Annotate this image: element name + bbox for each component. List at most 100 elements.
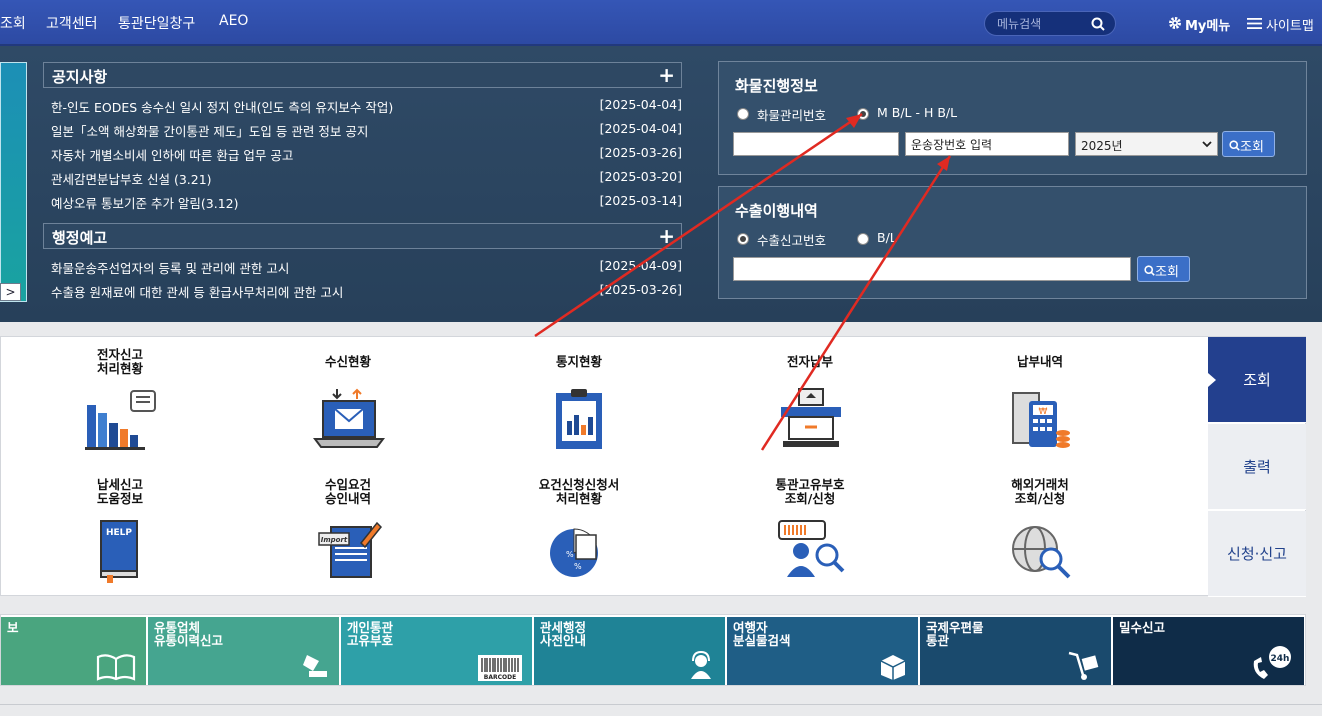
tile-personal-customs-code[interactable]: 개인통관 고유부호 BARCODE: [341, 617, 532, 685]
year-select[interactable]: 2025년: [1075, 132, 1218, 156]
open-book-icon: [96, 654, 136, 681]
import-document-icon: Import: [318, 521, 383, 578]
admin-notice-text[interactable]: 수출용 원재료에 대한 관세 등 환급사무처리에 관한 고시: [51, 285, 343, 300]
promo-banner[interactable]: [0, 62, 27, 302]
mbl-hbl-radio[interactable]: [857, 108, 869, 120]
svg-text:Import: Import: [321, 536, 348, 544]
admin-notice-title: 행정예고: [52, 229, 108, 247]
export-declaration-label: 수출신고번호: [757, 233, 827, 248]
laptop-mail-icon: [313, 388, 385, 448]
notice-board-header: 공지사항 +: [43, 62, 682, 88]
import-requirement-approval[interactable]: 수입요건 승인내역 Import: [273, 477, 423, 592]
banner-next-button[interactable]: >: [0, 283, 21, 301]
tile-international-mail[interactable]: 국제우편물 통관: [920, 617, 1111, 685]
nav-link-aeo[interactable]: AEO: [219, 13, 248, 29]
cargo-panel-title: 화물진행정보: [735, 77, 818, 95]
notice-item[interactable]: 관세감면분납부호 신설 (3.21) [2025-03-20]: [51, 169, 682, 189]
admin-notice-item[interactable]: 화물운송주선업자의 등록 및 관리에 관한 고시 [2025-04-09]: [51, 258, 682, 278]
admin-notice-text[interactable]: 화물운송주선업자의 등록 및 관리에 관한 고시: [51, 261, 289, 276]
admin-notice-item[interactable]: 수출용 원재료에 대한 관세 등 환급사무처리에 관한 고시 [2025-03-2…: [51, 282, 682, 302]
reception-status[interactable]: 수신현황: [273, 347, 423, 462]
notice-title[interactable]: 한-인도 EODES 송수신 일시 정지 안내(인도 측의 유지보수 작업): [51, 100, 393, 115]
service-label: 전자납부: [786, 354, 833, 369]
service-label: 통관고유부호 조회/신청: [775, 477, 845, 506]
cargo-tracking-panel: 화물진행정보 화물관리번호 M B/L - H B/L 2025년 조회: [718, 61, 1307, 175]
tab-apply-declare[interactable]: 신청·신고: [1208, 511, 1306, 597]
admin-more-button[interactable]: +: [658, 224, 675, 248]
globe-search-icon: [1012, 526, 1071, 579]
svg-text:BARCODE: BARCODE: [484, 674, 516, 681]
svg-text:%: %: [574, 562, 582, 571]
payment-history[interactable]: 납부내역 ₩: [965, 347, 1115, 462]
menu-search-input[interactable]: [997, 15, 1087, 33]
notice-date: [2025-03-26]: [599, 145, 682, 160]
tab-inquiry[interactable]: 조회: [1208, 337, 1306, 423]
nav-link-single-window[interactable]: 통관단일창구: [118, 13, 195, 33]
tile-info[interactable]: 보: [1, 617, 146, 685]
notice-date: [2025-04-04]: [599, 121, 682, 136]
cargo-number-input[interactable]: [733, 132, 899, 156]
export-search-button[interactable]: 조회: [1137, 256, 1190, 282]
tile-distribution-report[interactable]: 유통업체 유통이력신고: [148, 617, 339, 685]
barcode-icon: BARCODE: [478, 655, 522, 681]
notice-title[interactable]: 예상오류 통보기준 추가 알림(3.12): [51, 196, 239, 211]
nav-link-customer-center[interactable]: 고객센터: [46, 13, 98, 33]
export-panel-title: 수출이행내역: [735, 202, 818, 220]
waybill-number-input[interactable]: [905, 132, 1069, 156]
admin-notice-date: [2025-04-09]: [599, 258, 682, 273]
notice-item[interactable]: 자동차 개별소비세 인하에 따른 환급 업무 공고 [2025-03-26]: [51, 145, 682, 165]
notice-date: [2025-03-20]: [599, 169, 682, 184]
stamp-icon: [303, 655, 327, 677]
search-icon: [1144, 265, 1155, 276]
export-number-input[interactable]: [733, 257, 1131, 281]
search-icon[interactable]: [1091, 17, 1105, 31]
notice-more-button[interactable]: +: [658, 63, 675, 87]
cargo-search-label: 조회: [1240, 140, 1264, 155]
hand-truck-icon: [1068, 651, 1099, 680]
tile-label: 유통업체 유통이력신고: [154, 620, 224, 648]
person-search-icon: [778, 520, 845, 577]
payment-terminal-icon: [781, 388, 841, 447]
notice-item[interactable]: 한-인도 EODES 송수신 일시 정지 안내(인도 측의 유지보수 작업) [2…: [51, 97, 682, 117]
notification-status[interactable]: 통지현황: [504, 347, 654, 462]
top-navigation-bar: 조회 고객센터 통관단일창구 AEO My메뉴 사이트맵: [0, 0, 1322, 46]
export-history-panel: 수출이행내역 수출신고번호 B/L 조회: [718, 186, 1307, 299]
cargo-number-radio[interactable]: [737, 108, 749, 120]
notice-date: [2025-03-14]: [599, 193, 682, 208]
pie-document-icon: %%: [550, 528, 598, 577]
notice-item[interactable]: 예상오류 통보기준 추가 알림(3.12) [2025-03-14]: [51, 193, 682, 213]
tile-customs-advance-guide[interactable]: 관세행정 사전안내: [534, 617, 725, 685]
e-payment[interactable]: 전자납부: [735, 347, 885, 462]
notice-title[interactable]: 자동차 개별소비세 인하에 따른 환급 업무 공고: [51, 148, 293, 163]
customs-id-inquiry[interactable]: 통관고유부호 조회/신청: [735, 477, 885, 592]
gear-icon: [1169, 17, 1181, 29]
sitemap-link[interactable]: 사이트맵: [1266, 15, 1314, 34]
chevron-down-icon: [1202, 141, 1212, 148]
bl-radio[interactable]: [857, 233, 869, 245]
nav-link-inquiry[interactable]: 조회: [0, 13, 26, 33]
svg-text:%: %: [566, 550, 574, 559]
svg-text:HELP: HELP: [106, 528, 132, 538]
my-menu-link[interactable]: My메뉴: [1185, 15, 1230, 34]
overseas-partner-inquiry[interactable]: 해외거래처 조회/신청: [965, 477, 1115, 592]
notice-title[interactable]: 일본「소액 해상화물 간이통관 제도」도입 등 관련 정보 공지: [51, 124, 368, 139]
mbl-hbl-label: M B/L - H B/L: [877, 105, 958, 120]
service-label: 요건신청신청서 처리현황: [538, 477, 620, 506]
cargo-search-button[interactable]: 조회: [1222, 131, 1275, 157]
requirement-application-status[interactable]: 요건신청신청서 처리현황 %%: [504, 477, 654, 592]
e-declaration-status[interactable]: 전자신고 처리현황: [45, 347, 195, 462]
tab-print[interactable]: 출력: [1208, 424, 1306, 510]
notice-item[interactable]: 일본「소액 해상화물 간이통관 제도」도입 등 관련 정보 공지 [2025-04…: [51, 121, 682, 141]
tile-smuggling-report[interactable]: 밀수신고 24h: [1113, 617, 1304, 685]
help-book-icon: HELP: [100, 520, 138, 583]
notice-title[interactable]: 관세감면분납부호 신설 (3.21): [51, 172, 212, 187]
menu-search-box: [984, 11, 1116, 36]
admin-notice-header: 행정예고 +: [43, 223, 682, 249]
tile-label: 국제우편물 통관: [926, 620, 984, 648]
tile-traveler-lost-items[interactable]: 여행자 분실물검색: [727, 617, 918, 685]
tax-declaration-help[interactable]: 납세신고 도움정보 HELP: [45, 477, 195, 592]
export-declaration-radio[interactable]: [737, 233, 749, 245]
service-shortcuts: 전자신고 처리현황 수신현황 통지현황 전자납부 납부내역 ₩ 납세신고 도움정…: [0, 336, 1306, 596]
footer-divider: [0, 704, 1322, 705]
svg-text:24h: 24h: [1271, 654, 1290, 664]
